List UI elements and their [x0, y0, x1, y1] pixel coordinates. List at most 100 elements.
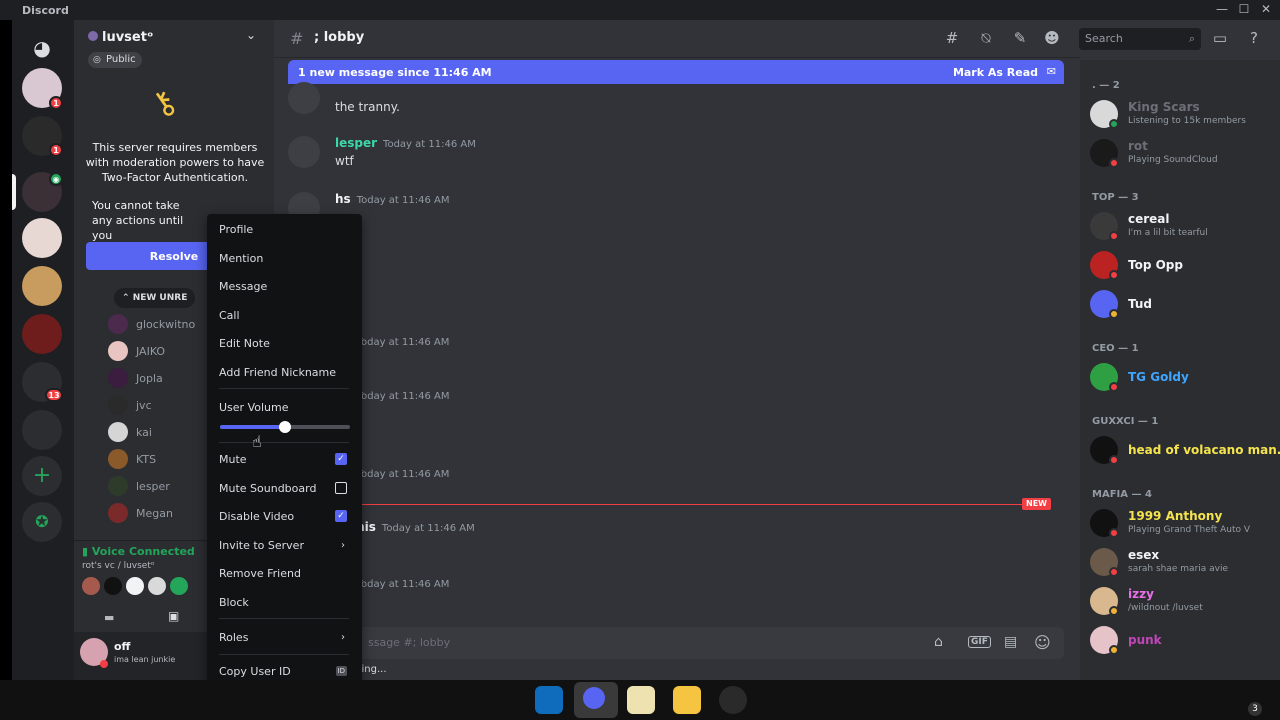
menu-item-block[interactable]: Block: [215, 591, 353, 613]
menu-item-roles[interactable]: Roles ›: [215, 626, 353, 648]
member-activity: I'm a lil bit tearful: [1128, 228, 1208, 238]
avatar[interactable]: [82, 577, 100, 595]
member-list-icon[interactable]: ☻: [1042, 29, 1062, 49]
avatar[interactable]: [148, 577, 166, 595]
server-boost-icon: [88, 31, 98, 41]
menu-item-disable-video[interactable]: Disable Video ✓: [215, 505, 353, 527]
list-item[interactable]: lesper: [108, 474, 170, 498]
avatar[interactable]: [288, 82, 320, 114]
close-icon[interactable]: ✕: [1258, 2, 1274, 16]
member-list-item[interactable]: esex sarah shae maria avie: [1090, 546, 1276, 578]
member-name: jvc: [136, 398, 152, 412]
mute-channel-icon[interactable]: ⍉: [976, 29, 996, 49]
list-item[interactable]: KTS: [108, 447, 156, 471]
obs-icon[interactable]: [719, 686, 747, 714]
emoji-icon[interactable]: ☺: [1034, 633, 1051, 652]
edge-icon[interactable]: [535, 686, 563, 714]
help-icon[interactable]: ?: [1244, 29, 1264, 49]
new-unreads-label: NEW UNRE: [132, 293, 188, 303]
search-input[interactable]: Search ⌕: [1079, 28, 1201, 50]
member-name: punk: [1128, 633, 1162, 647]
add-server-icon[interactable]: +: [22, 456, 62, 496]
status-icon: [1109, 382, 1119, 392]
mark-as-read-button[interactable]: Mark As Read: [953, 66, 1038, 79]
list-item[interactable]: Megan: [108, 501, 173, 525]
member-list-item[interactable]: head of volacano man...: [1090, 434, 1280, 466]
member-list-item[interactable]: Tud: [1090, 288, 1276, 320]
new-messages-banner[interactable]: 1 new message since 11:46 AM Mark As Rea…: [288, 60, 1064, 84]
menu-item-mute[interactable]: Mute ✓: [215, 448, 353, 470]
sticker-icon[interactable]: ▤: [1004, 634, 1017, 650]
member-list-item[interactable]: TG Goldy: [1090, 361, 1276, 393]
inbox-icon[interactable]: ▭: [1210, 29, 1230, 49]
twofa-cannot-text: You cannot take any actions until you: [92, 199, 184, 242]
menu-item-mention[interactable]: Mention: [215, 247, 353, 269]
server-folder-icon-2[interactable]: [22, 410, 62, 450]
avatar[interactable]: [170, 577, 188, 595]
menu-item-mute-soundboard[interactable]: Mute Soundboard: [215, 477, 353, 499]
menu-label: Message: [219, 279, 268, 293]
chat-header: # ; lobby # ⍉ ✎ ☻ Search ⌕ ▭ ?: [274, 20, 1258, 58]
message-author[interactable]: [335, 82, 341, 96]
menu-item-message[interactable]: Message: [215, 275, 353, 297]
menu-item-call[interactable]: Call: [215, 304, 353, 326]
avatar[interactable]: [104, 577, 122, 595]
message-timestamp: Today at 11:46 AM: [381, 523, 475, 534]
menu-item-remove-friend[interactable]: Remove Friend: [215, 562, 353, 584]
avatar[interactable]: [288, 136, 320, 168]
list-item[interactable]: glockwitno: [108, 312, 195, 336]
checkbox-checked[interactable]: ✓: [335, 510, 347, 522]
member-list-item[interactable]: 1999 Anthony Playing Grand Theft Auto V: [1090, 507, 1276, 539]
minimize-icon[interactable]: —: [1214, 2, 1230, 16]
role-header: TOP — 3: [1092, 192, 1139, 203]
file-explorer-icon[interactable]: [673, 686, 701, 714]
chevron-down-icon[interactable]: ⌄: [246, 28, 256, 42]
list-item[interactable]: kai: [108, 420, 152, 444]
gif-icon[interactable]: GIF: [968, 636, 991, 648]
member-list-item[interactable]: rot Playing SoundCloud: [1090, 137, 1276, 169]
volume-handle[interactable]: [279, 421, 291, 433]
screen-share-icon[interactable]: ▣: [168, 609, 179, 623]
member-list-item[interactable]: King Scars Listening to 15k members: [1090, 98, 1276, 130]
checkbox-checked[interactable]: ✓: [335, 453, 347, 465]
server-icon-5[interactable]: [22, 314, 62, 354]
voice-channel[interactable]: rot's vc / luvsetᵒ: [82, 561, 155, 571]
member-list-item[interactable]: Top Opp: [1090, 249, 1276, 281]
discord-taskbar-icon[interactable]: [574, 682, 618, 718]
volume-slider[interactable]: [220, 421, 350, 433]
member-list-item[interactable]: izzy /wildnout /luvset: [1090, 585, 1276, 617]
message-author[interactable]: hs Today at 11:46 AM: [335, 192, 449, 206]
list-item[interactable]: JAIKO: [108, 339, 165, 363]
menu-item-profile[interactable]: Profile: [215, 218, 353, 240]
new-unreads-pill[interactable]: ⌃ NEW UNRE: [114, 288, 196, 308]
voice-badge: ◉: [49, 172, 63, 186]
menu-label: Mention: [219, 251, 264, 265]
status-icon: [1109, 158, 1119, 168]
menu-item-invite[interactable]: Invite to Server ›: [215, 534, 353, 556]
member-list-item[interactable]: cereal I'm a lil bit tearful: [1090, 210, 1276, 242]
discord-home-icon[interactable]: ◕: [22, 28, 62, 68]
gift-icon[interactable]: ⌂: [934, 634, 943, 650]
list-item[interactable]: jvc: [108, 393, 152, 417]
checkbox-unchecked[interactable]: [335, 482, 347, 494]
menu-item-edit-note[interactable]: Edit Note: [215, 332, 353, 354]
server-header[interactable]: luvsetᵒ ⌄ ◎ Public: [74, 20, 274, 68]
list-item[interactable]: Jopla: [108, 366, 163, 390]
notification-count[interactable]: 3: [1248, 702, 1262, 716]
maximize-icon[interactable]: ☐: [1236, 2, 1252, 16]
server-icon-4[interactable]: [22, 266, 62, 306]
member-name: King Scars: [1128, 100, 1200, 114]
message-author[interactable]: lesper Today at 11:46 AM: [335, 136, 476, 150]
member-list-item[interactable]: punk: [1090, 624, 1276, 656]
server-icon-3[interactable]: [22, 218, 62, 258]
threads-icon[interactable]: #: [942, 29, 962, 49]
camera-icon[interactable]: ▬: [104, 611, 114, 624]
avatar[interactable]: [126, 577, 144, 595]
menu-item-copy-id[interactable]: Copy User ID ID: [215, 660, 353, 680]
notepad-icon[interactable]: [627, 686, 655, 714]
message-timestamp: Today at 11:46 AM: [383, 139, 476, 150]
pin-icon[interactable]: ✎: [1010, 29, 1030, 49]
explore-icon[interactable]: ✪: [22, 502, 62, 542]
message-input[interactable]: ssage #; lobby ⌂ GIF ▤ ☺: [288, 627, 1064, 659]
menu-item-add-nickname[interactable]: Add Friend Nickname: [215, 361, 353, 383]
